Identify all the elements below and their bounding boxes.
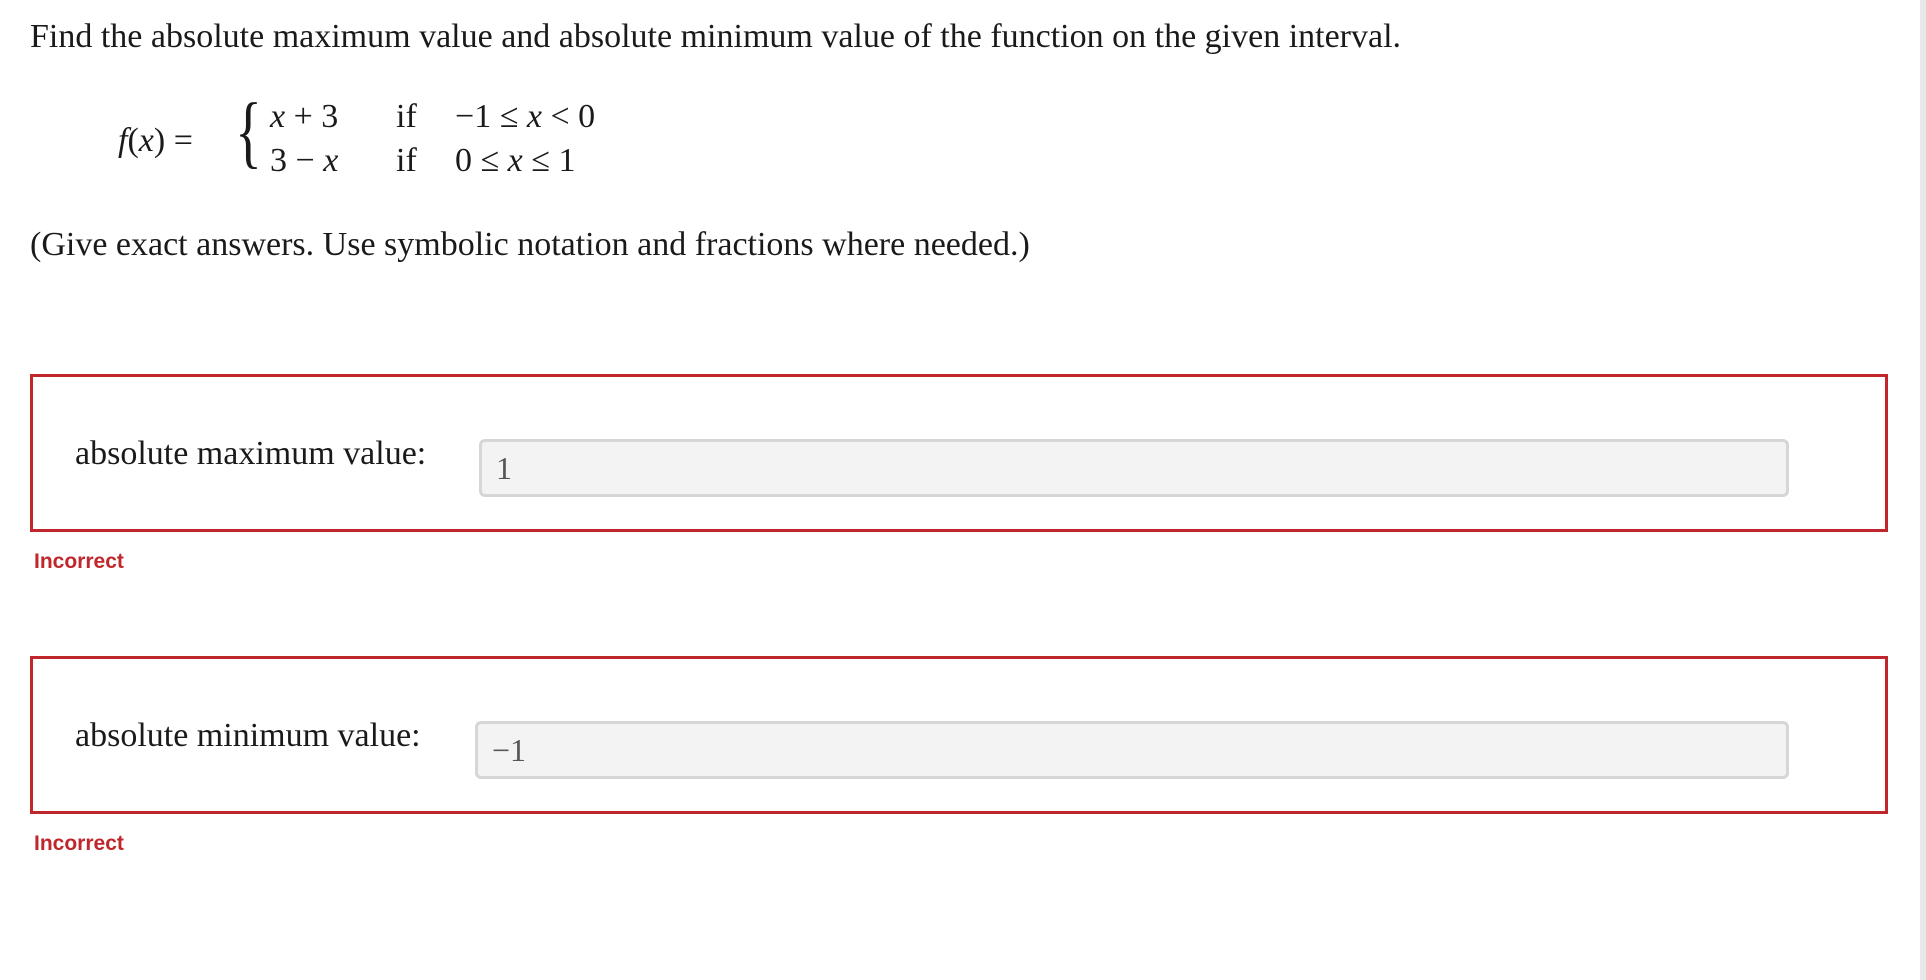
function-name: f(x) = (118, 122, 193, 159)
brace-symbol: { (235, 88, 262, 176)
case-expression: x + 3 (270, 98, 339, 135)
min-answer-label: absolute minimum value: (75, 717, 421, 754)
max-feedback: Incorrect (34, 550, 124, 573)
question-prompt: Find the absolute maximum value and abso… (30, 18, 1402, 55)
max-answer-input[interactable]: 1 (479, 439, 1789, 497)
case-condition: 0 ≤ x ≤ 1 (455, 142, 576, 179)
case-expression: 3 − x (270, 142, 339, 179)
max-answer-box: absolute maximum value: 1 (30, 374, 1888, 532)
case-if: if (396, 142, 417, 179)
answer-instructions: (Give exact answers. Use symbolic notati… (30, 226, 1030, 263)
min-feedback: Incorrect (34, 832, 124, 855)
max-answer-label: absolute maximum value: (75, 435, 427, 472)
min-answer-box: absolute minimum value: −1 (30, 656, 1888, 814)
scrollbar-track[interactable] (1920, 0, 1926, 980)
piecewise-function: f(x) = { x + 3 if −1 ≤ x < 0 3 − x if 0 … (118, 92, 678, 188)
min-answer-input[interactable]: −1 (475, 721, 1789, 779)
case-condition: −1 ≤ x < 0 (455, 98, 596, 135)
case-if: if (396, 98, 417, 135)
